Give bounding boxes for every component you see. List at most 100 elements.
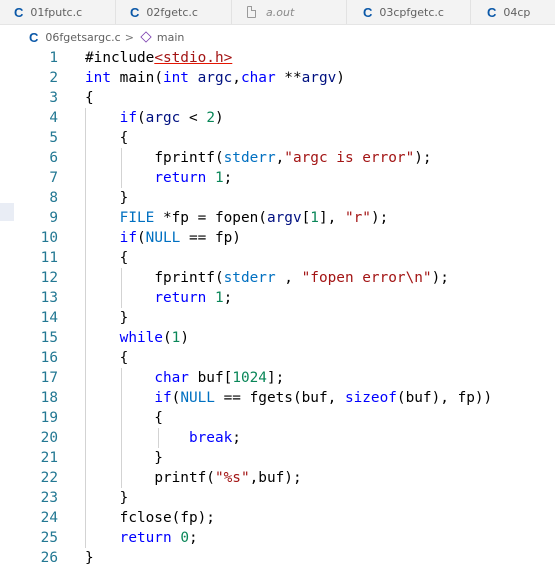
code-token: NULL	[180, 390, 215, 406]
code-token: (	[136, 230, 146, 246]
code-text: }	[85, 448, 163, 468]
code-token: *fp =	[162, 210, 215, 226]
code-text: }	[85, 488, 129, 508]
code-line[interactable]: 12 fprintf(stderr , "fopen error\n");	[0, 268, 555, 288]
code-token: )	[180, 330, 189, 346]
breadcrumb-symbol[interactable]: main	[157, 31, 184, 44]
code-text: fclose(fp);	[85, 508, 215, 528]
line-number: 12	[40, 270, 58, 286]
code-line[interactable]: 24 fclose(fp);	[0, 508, 555, 528]
code-token: break	[188, 430, 233, 446]
tab-02fgetc[interactable]: C 02fgetc.c	[116, 0, 232, 24]
tab-label: 03cpfgetc.c	[379, 5, 444, 19]
code-line[interactable]: 7 return 1;	[0, 168, 555, 188]
line-number: 24	[40, 510, 58, 526]
code-token: [	[223, 370, 233, 386]
code-line[interactable]: 25 return 0;	[0, 528, 555, 548]
line-number: 7	[49, 170, 58, 186]
tab-01fputc[interactable]: C 01fputc.c	[0, 0, 116, 24]
code-token: argc	[197, 70, 233, 86]
line-number: 11	[40, 250, 58, 266]
code-line[interactable]: 9 FILE *fp = fopen(argv[1], "r");	[0, 208, 555, 228]
code-token: (	[258, 210, 267, 226]
code-token: ,	[275, 270, 302, 286]
code-line[interactable]: 5 {	[0, 128, 555, 148]
code-token: {	[85, 350, 129, 366]
line-number: 9	[49, 210, 58, 226]
code-token: ;	[188, 530, 198, 546]
code-token: (buf,	[292, 390, 345, 406]
code-token: 1	[214, 290, 224, 306]
code-token: fprintf	[154, 270, 215, 286]
code-token: argc	[145, 110, 181, 126]
code-line[interactable]: 1 #include<stdio.h>	[0, 48, 555, 68]
line-number: 18	[40, 390, 58, 406]
code-token: int	[85, 70, 120, 86]
code-token: }	[85, 550, 94, 566]
code-line[interactable]: 13 return 1;	[0, 288, 555, 308]
code-line[interactable]: 26}	[0, 548, 555, 568]
code-text: fprintf(stderr,"argc is error");	[85, 148, 431, 168]
code-token: ;	[232, 430, 241, 446]
code-token: "%s"	[214, 470, 250, 486]
code-token: {	[85, 250, 129, 266]
code-token: ,buf);	[249, 470, 302, 486]
code-line[interactable]: 3{	[0, 88, 555, 108]
method-cube-icon	[140, 31, 152, 43]
code-token: FILE	[119, 210, 163, 226]
code-text: fprintf(stderr , "fopen error\n");	[85, 268, 449, 288]
breadcrumb-file[interactable]: 06fgetsargc.c	[45, 31, 120, 44]
tab-03cpfgetc[interactable]: C 03cpfgetc.c	[347, 0, 471, 24]
line-number: 10	[40, 230, 58, 246]
code-token: stderr	[223, 150, 276, 166]
code-line[interactable]: 14 }	[0, 308, 555, 328]
code-line[interactable]: 4 if(argc < 2)	[0, 108, 555, 128]
code-text: break;	[85, 428, 241, 448]
code-line[interactable]: 2 int main(int argc,char **argv)	[0, 68, 555, 88]
line-number: 8	[49, 190, 58, 206]
code-line[interactable]: 21 }	[0, 448, 555, 468]
code-token: (buf), fp))	[396, 390, 493, 406]
code-editor[interactable]: 1 #include<stdio.h> 2 int main(int argc,cha…	[0, 48, 555, 581]
c-file-icon: C	[130, 4, 140, 20]
code-token: return	[154, 290, 215, 306]
code-token: "argc is error"	[284, 150, 415, 166]
tab-label: 04cp	[503, 5, 531, 19]
code-token: }	[85, 190, 129, 206]
code-line[interactable]: 6 fprintf(stderr,"argc is error");	[0, 148, 555, 168]
code-line[interactable]: 10 if(NULL == fp)	[0, 228, 555, 248]
code-text: }	[85, 548, 94, 568]
code-line[interactable]: 15 while(1)	[0, 328, 555, 348]
code-line[interactable]: 20 break;	[0, 428, 555, 448]
code-line[interactable]: 17 char buf[1024];	[0, 368, 555, 388]
code-text: {	[85, 408, 163, 428]
code-line[interactable]: 18 if(NULL == fgets(buf, sizeof(buf), fp…	[0, 388, 555, 408]
code-token: fgets	[249, 390, 293, 406]
code-line[interactable]: 19 {	[0, 408, 555, 428]
code-token: ];	[266, 370, 285, 386]
code-line[interactable]: 11 {	[0, 248, 555, 268]
code-line[interactable]: 23 }	[0, 488, 555, 508]
code-text: int main(int argc,char **argv)	[85, 68, 345, 88]
code-token: (	[162, 330, 172, 346]
code-text: FILE *fp = fopen(argv[1], "r");	[85, 208, 389, 228]
code-line[interactable]: 8 }	[0, 188, 555, 208]
tab-a-out[interactable]: a.out	[232, 0, 347, 24]
code-token: fclose	[119, 510, 172, 526]
code-token: (	[136, 110, 146, 126]
line-number: 22	[40, 470, 58, 486]
code-line[interactable]: 22 printf("%s",buf);	[0, 468, 555, 488]
line-number: 14	[40, 310, 58, 326]
code-token: fopen	[214, 210, 259, 226]
code-token: {	[85, 90, 94, 106]
code-line[interactable]: 16 {	[0, 348, 555, 368]
tab-04cp[interactable]: C 04cp	[471, 0, 555, 24]
